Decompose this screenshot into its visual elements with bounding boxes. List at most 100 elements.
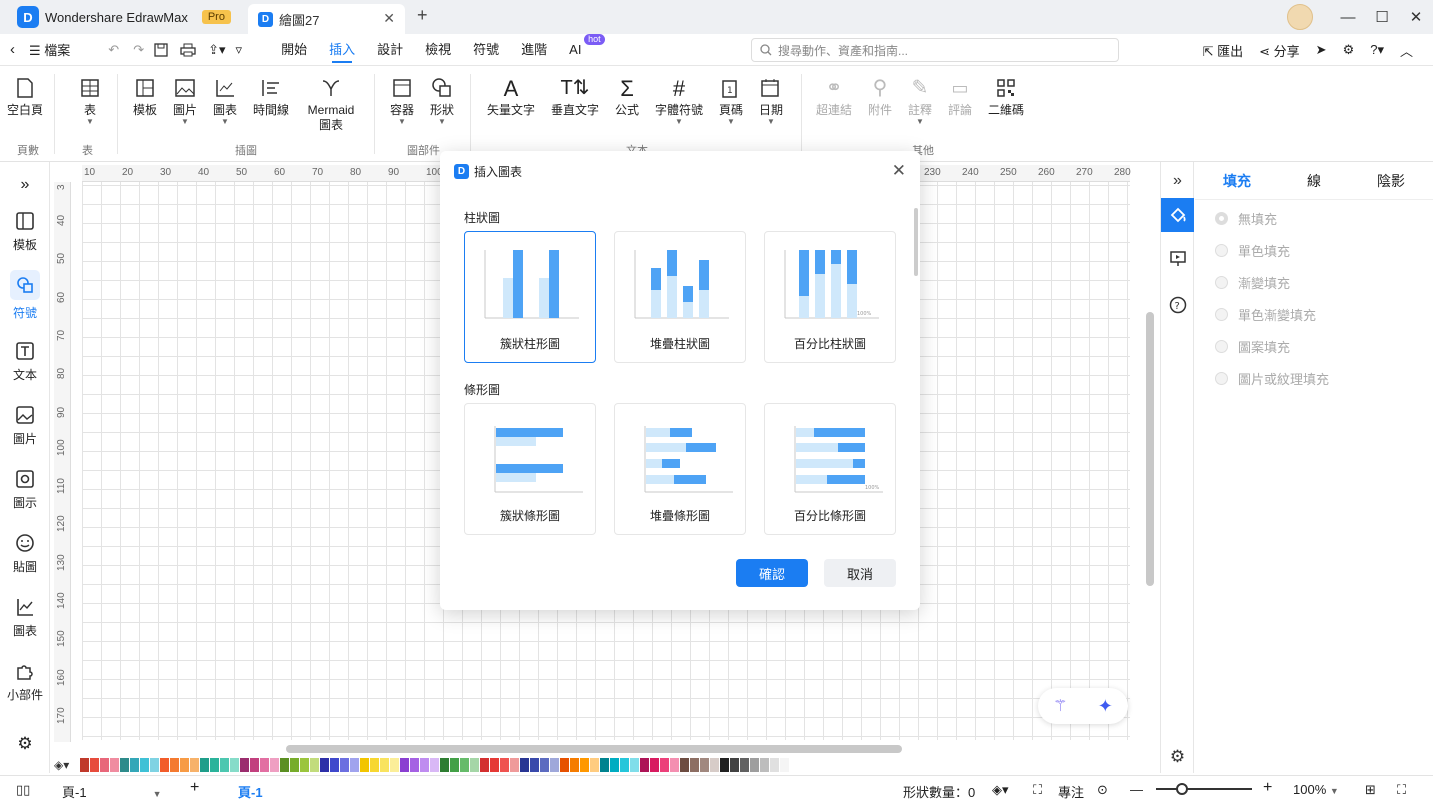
color-swatch[interactable]	[690, 758, 699, 772]
color-swatch[interactable]	[510, 758, 519, 772]
sidebar-item-pictures[interactable]: 圖片	[0, 404, 50, 447]
color-swatch[interactable]	[380, 758, 389, 772]
save-icon[interactable]	[148, 42, 174, 57]
confirm-button[interactable]: 確認	[736, 559, 808, 587]
color-swatch[interactable]	[700, 758, 709, 772]
chart-card-stacked-bar[interactable]: 堆疊條形圖	[614, 403, 746, 535]
dialog-scrollbar[interactable]	[914, 208, 918, 276]
book-icon[interactable]: ⊞	[1365, 782, 1376, 798]
fill-bucket-icon[interactable]: ◈▾	[54, 758, 80, 772]
color-swatch[interactable]	[580, 758, 589, 772]
color-swatch[interactable]	[460, 758, 469, 772]
fill-option-solid[interactable]: 單色填充	[1195, 234, 1433, 266]
chart-card-clustered-bar[interactable]: 簇狀條形圖	[464, 403, 596, 535]
sidebar-item-text[interactable]: 文本	[0, 340, 50, 383]
color-swatch[interactable]	[570, 758, 579, 772]
export-quick-icon[interactable]: ⇪▾	[202, 42, 231, 58]
color-swatch[interactable]	[520, 758, 529, 772]
color-swatch[interactable]	[560, 758, 569, 772]
table-button[interactable]: 表 ▼	[78, 76, 102, 126]
tab-design[interactable]: 設計	[366, 34, 414, 66]
date-button[interactable]: 日期 ▼	[759, 76, 783, 126]
color-swatch[interactable]	[500, 758, 509, 772]
tab-home[interactable]: 開始	[270, 34, 318, 66]
color-swatch[interactable]	[340, 758, 349, 772]
color-swatch[interactable]	[280, 758, 289, 772]
color-swatch[interactable]	[90, 758, 99, 772]
color-swatch[interactable]	[360, 758, 369, 772]
sidebar-item-stickers[interactable]: 貼圖	[0, 532, 50, 575]
qrcode-button[interactable]: 二維碼	[988, 76, 1024, 118]
search-input[interactable]: 搜尋動作、資產和指南...	[751, 38, 1119, 62]
color-swatch[interactable]	[760, 758, 769, 772]
color-swatch[interactable]	[530, 758, 539, 772]
presentation-icon[interactable]	[1161, 242, 1194, 276]
color-swatch[interactable]	[300, 758, 309, 772]
color-swatch[interactable]	[660, 758, 669, 772]
undo-icon[interactable]: ↶	[98, 42, 129, 58]
tab-symbols[interactable]: 符號	[462, 34, 510, 66]
help-circle-icon[interactable]: ?	[1161, 288, 1194, 322]
color-swatch[interactable]	[670, 758, 679, 772]
attachment-button[interactable]: ⚲ 附件	[868, 76, 892, 118]
page-layout-icon[interactable]: ▯▯	[16, 782, 30, 798]
color-swatch[interactable]	[450, 758, 459, 772]
chart-card-clustered-column[interactable]: 簇狀柱形圖	[464, 231, 596, 363]
user-avatar[interactable]	[1287, 4, 1313, 30]
template-button[interactable]: 模板	[133, 76, 157, 118]
maximize-icon[interactable]: ☐	[1365, 8, 1399, 26]
focus-mode[interactable]: 專注	[1058, 782, 1084, 801]
fullscreen-icon[interactable]: ⛶	[1397, 782, 1406, 798]
color-swatch[interactable]	[160, 758, 169, 772]
fill-option-gradient[interactable]: 漸變填充	[1195, 266, 1433, 298]
color-swatch[interactable]	[440, 758, 449, 772]
color-swatch[interactable]	[720, 758, 729, 772]
color-swatch[interactable]	[600, 758, 609, 772]
vertical-text-button[interactable]: T⇅ 垂直文字	[551, 76, 599, 118]
color-swatch[interactable]	[630, 758, 639, 772]
color-swatch[interactable]	[390, 758, 399, 772]
color-swatch[interactable]	[290, 758, 299, 772]
page-select[interactable]: 頁-1 ▼	[62, 782, 161, 801]
chart-card-percent-column[interactable]: 100% 百分比柱狀圖	[764, 231, 896, 363]
color-swatch[interactable]	[120, 758, 129, 772]
zoom-slider-handle[interactable]	[1176, 783, 1188, 795]
color-swatch[interactable]	[750, 758, 759, 772]
add-page-button[interactable]: +	[190, 779, 199, 797]
color-swatch[interactable]	[680, 758, 689, 772]
color-swatch[interactable]	[550, 758, 559, 772]
page-number-button[interactable]: 1 頁碼 ▼	[719, 76, 743, 126]
color-swatch[interactable]	[610, 758, 619, 772]
color-swatch[interactable]	[310, 758, 319, 772]
timeline-button[interactable]: 時間線	[253, 76, 289, 118]
color-swatch[interactable]	[170, 758, 179, 772]
tab-view[interactable]: 檢視	[414, 34, 462, 66]
close-tab-icon[interactable]: ✕	[383, 10, 395, 27]
color-swatch[interactable]	[480, 758, 489, 772]
tab-ai[interactable]: AI hot	[558, 33, 605, 66]
vector-text-button[interactable]: A 矢量文字	[487, 76, 535, 118]
color-swatch[interactable]	[190, 758, 199, 772]
share-button[interactable]: ⋖ 分享	[1259, 41, 1300, 60]
color-swatch[interactable]	[110, 758, 119, 772]
sidebar-item-icons[interactable]: 圖示	[0, 468, 50, 511]
fill-option-none[interactable]: 無填充	[1195, 202, 1433, 234]
color-swatch[interactable]	[140, 758, 149, 772]
tab-shadow[interactable]: 陰影	[1377, 171, 1405, 191]
document-tab[interactable]: D 繪圖27 ✕	[248, 4, 405, 34]
horizontal-scrollbar[interactable]	[286, 745, 902, 753]
collapse-panel-icon[interactable]: »	[1161, 164, 1194, 198]
formula-button[interactable]: Σ 公式	[615, 76, 639, 118]
mermaid-button[interactable]: Mermaid 圖表	[305, 76, 357, 133]
vertical-scrollbar[interactable]	[1146, 312, 1154, 586]
picture-button[interactable]: 圖片 ▼	[173, 76, 197, 126]
color-swatch[interactable]	[650, 758, 659, 772]
magic-wand-icon[interactable]: ⚚	[1053, 696, 1067, 716]
color-swatch[interactable]	[320, 758, 329, 772]
cancel-button[interactable]: 取消	[824, 559, 896, 587]
color-swatch[interactable]	[100, 758, 109, 772]
zoom-in-icon[interactable]: +	[1263, 779, 1272, 797]
color-swatch[interactable]	[250, 758, 259, 772]
close-window-icon[interactable]: ✕	[1399, 8, 1433, 26]
font-symbol-button[interactable]: # 字體符號 ▼	[655, 76, 703, 126]
